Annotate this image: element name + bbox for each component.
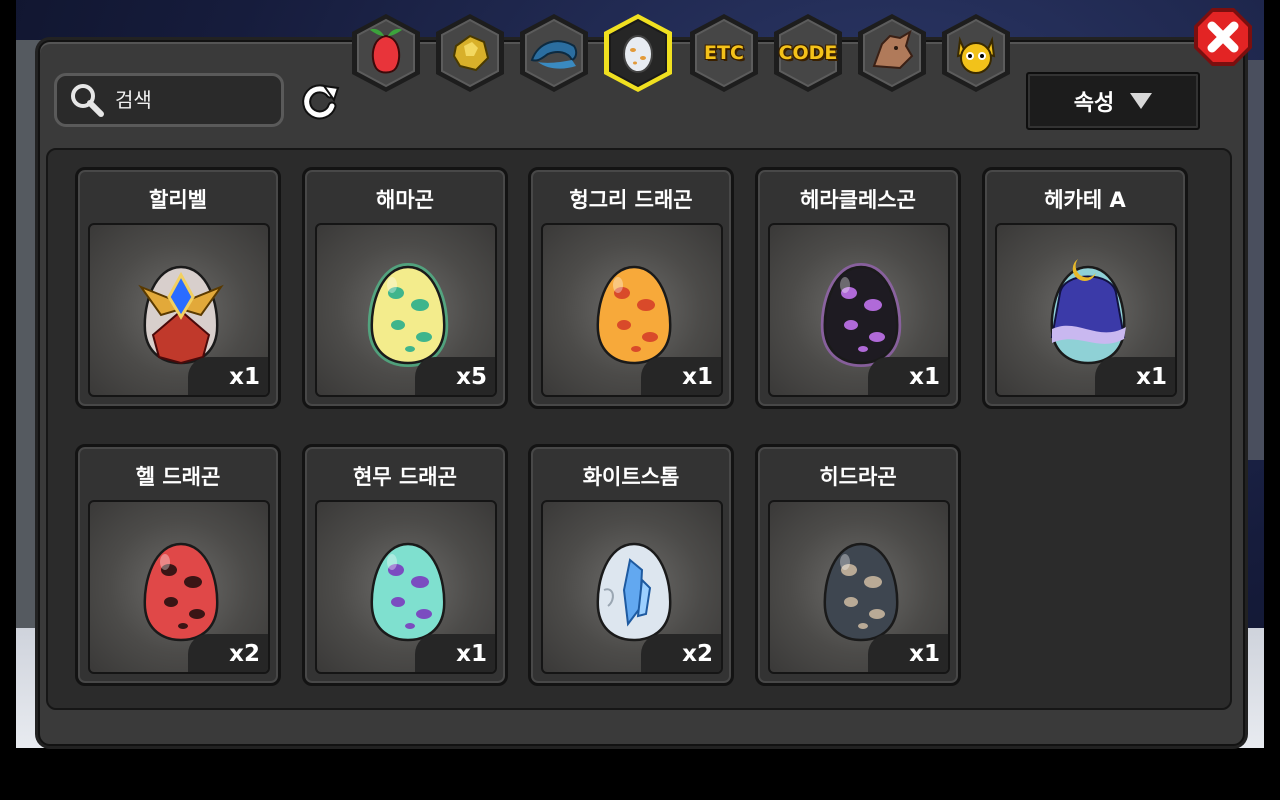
item-card[interactable]: 현무 드래곤 x1 xyxy=(302,444,508,686)
egg-icon xyxy=(623,35,653,73)
egg-icon xyxy=(138,265,224,365)
item-card[interactable]: 화이트스톰 x2 xyxy=(528,444,734,686)
item-card[interactable]: 히드라곤 x1 xyxy=(755,444,961,686)
item-quantity: x1 xyxy=(641,357,721,395)
item-quantity: x1 xyxy=(868,357,948,395)
tab-etc-label: ETC xyxy=(704,42,744,64)
item-name: 화이트스톰 xyxy=(582,465,680,489)
item-name: 헝그리 드래곤 xyxy=(569,188,693,212)
item-card[interactable]: 헤카테 A x1 xyxy=(982,167,1188,409)
egg-icon xyxy=(370,542,446,642)
item-quantity: x1 xyxy=(868,634,948,672)
egg-icon xyxy=(820,262,902,368)
tab-code-label: CODE xyxy=(778,42,838,64)
item-name: 현무 드래곤 xyxy=(353,465,457,489)
item-quantity: x5 xyxy=(415,357,495,395)
item-thumbnail: x1 xyxy=(995,223,1177,397)
egg-icon xyxy=(596,542,672,642)
item-thumbnail: x1 xyxy=(315,500,497,674)
tab-egg[interactable] xyxy=(602,12,674,94)
item-name: 해마곤 xyxy=(376,188,434,212)
tab-gold[interactable] xyxy=(434,12,506,94)
egg-icon xyxy=(1050,259,1126,365)
sort-dropdown[interactable]: 속성 xyxy=(1026,72,1200,130)
tab-mascot[interactable] xyxy=(940,12,1012,94)
item-card[interactable]: 해마곤 x5 xyxy=(302,167,508,409)
item-name: 히드라곤 xyxy=(819,465,897,489)
egg-icon xyxy=(367,262,449,368)
item-quantity: x1 xyxy=(1095,357,1175,395)
sort-label: 속성 xyxy=(1073,91,1115,116)
close-icon[interactable] xyxy=(1192,6,1254,68)
item-card[interactable]: 헬 드래곤 x2 xyxy=(75,444,281,686)
item-name: 헬 드래곤 xyxy=(135,465,221,489)
egg-icon xyxy=(596,265,672,365)
item-thumbnail: x2 xyxy=(541,500,723,674)
item-quantity: x2 xyxy=(188,634,268,672)
search-input[interactable] xyxy=(113,87,267,113)
item-thumbnail: x1 xyxy=(88,223,270,397)
item-name: 헤라클레스곤 xyxy=(800,188,916,212)
item-thumbnail: x2 xyxy=(88,500,270,674)
search-icon xyxy=(71,84,104,117)
item-thumbnail: x1 xyxy=(541,223,723,397)
item-card[interactable]: 할리벨 x1 xyxy=(75,167,281,409)
tab-statue[interactable] xyxy=(856,12,928,94)
item-quantity: x1 xyxy=(188,357,268,395)
item-thumbnail: x1 xyxy=(768,223,950,397)
item-name: 할리벨 xyxy=(149,188,207,212)
item-quantity: x2 xyxy=(641,634,721,672)
tab-etc[interactable]: ETC xyxy=(688,12,760,94)
tab-fruit[interactable] xyxy=(350,12,422,94)
tab-dragon-scale[interactable] xyxy=(518,12,590,94)
tab-code[interactable]: CODE xyxy=(772,12,844,94)
search-box[interactable] xyxy=(54,73,284,127)
item-thumbnail: x1 xyxy=(768,500,950,674)
item-quantity: x1 xyxy=(415,634,495,672)
refresh-icon[interactable] xyxy=(298,82,342,122)
item-name: 헤카테 A xyxy=(1044,188,1126,212)
egg-icon xyxy=(823,542,899,642)
chevron-down-icon xyxy=(1130,93,1153,109)
item-thumbnail: x5 xyxy=(315,223,497,397)
item-card[interactable]: 헝그리 드래곤 x1 xyxy=(528,167,734,409)
item-card[interactable]: 헤라클레스곤 x1 xyxy=(755,167,961,409)
egg-icon xyxy=(143,542,219,642)
